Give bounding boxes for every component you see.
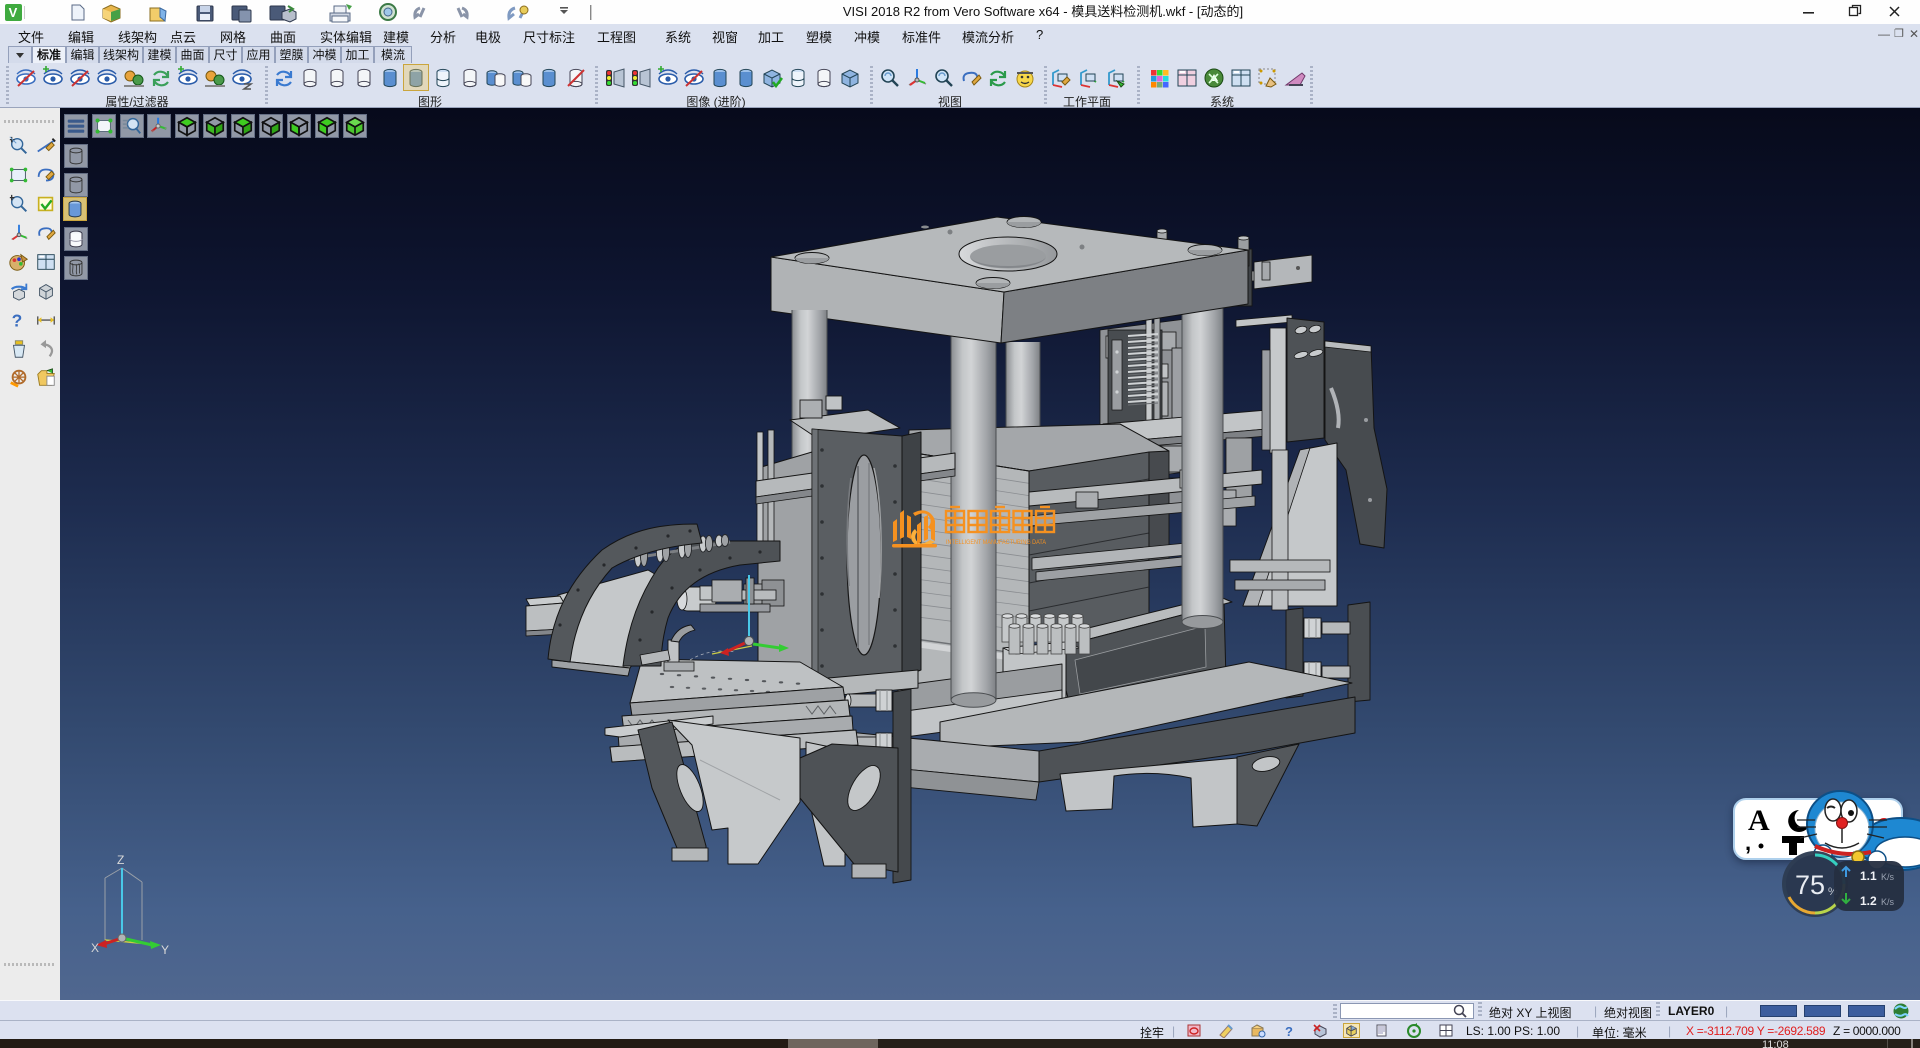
svg-text:Z: Z: [117, 853, 124, 867]
svg-text:?: ?: [12, 310, 23, 330]
svg-text:,: ,: [1745, 830, 1751, 855]
svg-text:A: A: [1748, 804, 1770, 837]
svg-text:1.2: 1.2: [1860, 894, 1877, 908]
svg-text:K/s: K/s: [1881, 897, 1895, 907]
svg-text:Y: Y: [161, 943, 169, 957]
svg-text:K/s: K/s: [1881, 872, 1895, 882]
svg-text:75: 75: [1795, 870, 1825, 900]
svg-text:X: X: [91, 941, 99, 955]
svg-text:?: ?: [1285, 1024, 1293, 1038]
svg-text:INTELLIGENT MANUFACTURING DATA: INTELLIGENT MANUFACTURING DATA: [946, 539, 1047, 546]
svg-text:1.1: 1.1: [1860, 869, 1877, 883]
svg-text:V: V: [9, 5, 18, 20]
